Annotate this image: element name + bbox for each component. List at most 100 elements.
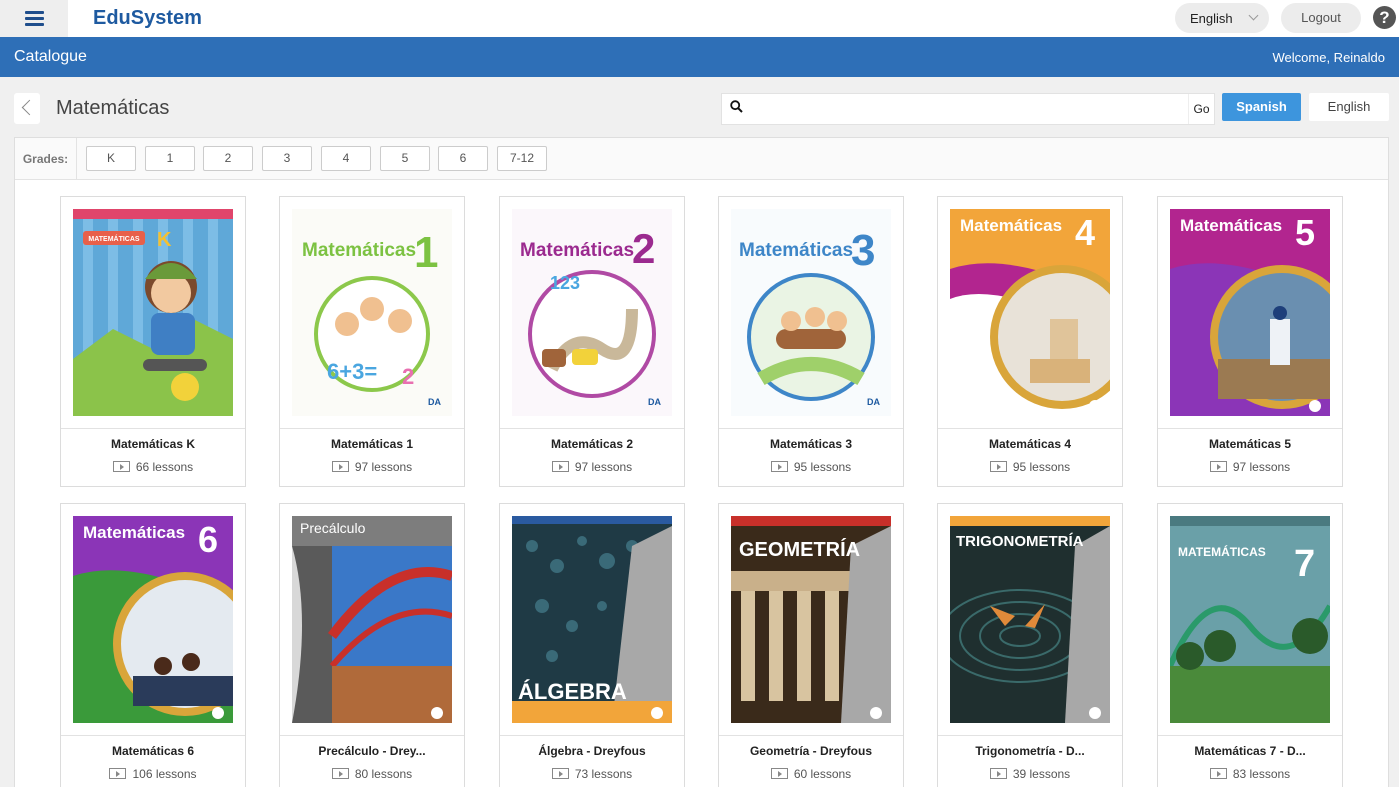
spanish-filter-button[interactable]: Spanish xyxy=(1222,93,1301,121)
back-button[interactable] xyxy=(14,93,40,124)
lesson-count-text: 106 lessons xyxy=(132,767,197,781)
lessons-icon xyxy=(1209,768,1227,779)
course-title: Matemáticas 4 xyxy=(988,437,1072,451)
grade-chip-k[interactable]: K xyxy=(86,146,136,171)
grade-chip-3[interactable]: 3 xyxy=(262,146,312,171)
course-title: Trigonometría - D... xyxy=(975,744,1085,758)
course-cover: Matemáticas 4 xyxy=(950,209,1110,416)
course-card[interactable]: Matemáticas 4 Matemáticas 4 95 lessons xyxy=(937,196,1123,487)
lessons-icon xyxy=(1209,461,1227,472)
top-bar: EduSystem English Logout ? xyxy=(0,0,1399,37)
svg-text:Matemáticas: Matemáticas xyxy=(520,240,634,261)
svg-text:5: 5 xyxy=(1295,212,1315,253)
svg-text:TRIGONOMETRÍA: TRIGONOMETRÍA xyxy=(956,533,1084,550)
course-card[interactable]: GEOMETRÍA Geometría - Dreyfous 60 lesson… xyxy=(718,503,904,787)
breadcrumb-catalogue[interactable]: Catalogue xyxy=(14,48,87,66)
course-title: Matemáticas 7 - D... xyxy=(1194,744,1306,758)
svg-text:Matemáticas: Matemáticas xyxy=(1180,216,1282,235)
svg-text:DA: DA xyxy=(867,397,880,407)
language-select[interactable]: English xyxy=(1175,3,1269,33)
course-cover: Matemáticas 1 6+3= 2 DA xyxy=(292,209,452,416)
course-cover: Matemáticas 5 xyxy=(1170,209,1330,416)
svg-text:Matemáticas: Matemáticas xyxy=(302,240,416,261)
course-lesson-count: 83 lessons xyxy=(1158,767,1342,781)
english-filter-button[interactable]: English xyxy=(1309,93,1389,121)
logout-button[interactable]: Logout xyxy=(1281,3,1361,33)
lessons-icon xyxy=(109,768,127,779)
course-lesson-count: 73 lessons xyxy=(500,767,684,781)
svg-text:DA: DA xyxy=(428,397,441,407)
lessons-icon xyxy=(112,461,130,472)
lessons-icon xyxy=(331,768,349,779)
svg-text:123: 123 xyxy=(550,273,580,293)
course-lesson-count: 80 lessons xyxy=(280,767,464,781)
course-cover: GEOMETRÍA xyxy=(731,516,891,723)
grade-chip-2[interactable]: 2 xyxy=(203,146,253,171)
course-lesson-count: 66 lessons xyxy=(61,460,245,474)
lesson-count-text: 39 lessons xyxy=(1012,767,1071,781)
course-card[interactable]: Matemáticas 5 Matemáticas 5 97 lessons xyxy=(1157,196,1343,487)
course-card[interactable]: Matemáticas 3 DA Matemáticas 3 95 lesson… xyxy=(718,196,904,487)
svg-text:MATEMÁTICAS: MATEMÁTICAS xyxy=(1178,544,1266,559)
lessons-icon xyxy=(770,768,788,779)
course-card[interactable]: MATEMÁTICAS K Matemáticas K 66 lessons xyxy=(60,196,246,487)
lesson-count-text: 60 lessons xyxy=(793,767,852,781)
lessons-icon xyxy=(551,768,569,779)
lesson-count-text: 97 lessons xyxy=(1232,460,1291,474)
svg-text:2: 2 xyxy=(402,364,414,389)
svg-text:6+3=: 6+3= xyxy=(327,359,377,384)
course-cover: Precálculo xyxy=(292,516,452,723)
course-lesson-count: 97 lessons xyxy=(1158,460,1342,474)
search-input[interactable] xyxy=(750,96,1190,122)
lesson-count-text: 73 lessons xyxy=(574,767,633,781)
svg-text:2: 2 xyxy=(632,225,655,272)
svg-text:Matemáticas: Matemáticas xyxy=(960,216,1062,235)
hamburger-menu-button[interactable] xyxy=(0,0,68,37)
svg-text:6: 6 xyxy=(198,519,218,560)
lesson-count-text: 66 lessons xyxy=(135,460,194,474)
grades-label: Grades: xyxy=(15,138,77,180)
svg-text:GEOMETRÍA: GEOMETRÍA xyxy=(739,538,860,561)
grade-chip-6[interactable]: 6 xyxy=(438,146,488,171)
svg-text:3: 3 xyxy=(851,226,875,275)
course-lesson-count: 106 lessons xyxy=(61,767,245,781)
catalogue-panel: Grades: K 1 2 3 4 5 6 7-12 MATEMÁTICAS K xyxy=(14,137,1389,787)
lesson-count-text: 95 lessons xyxy=(793,460,852,474)
course-cover: MATEMÁTICAS 7 xyxy=(1170,516,1330,723)
lessons-icon xyxy=(551,461,569,472)
search-icon xyxy=(730,100,743,113)
grade-chip-5[interactable]: 5 xyxy=(380,146,430,171)
grade-chip-4[interactable]: 4 xyxy=(321,146,371,171)
course-title: Matemáticas 3 xyxy=(769,437,853,451)
course-lesson-count: 39 lessons xyxy=(938,767,1122,781)
lessons-icon xyxy=(770,461,788,472)
course-card[interactable]: Precálculo Precálculo - Drey... 80 lesso… xyxy=(279,503,465,787)
course-card[interactable]: Matemáticas 2 123 DA Matemáticas 2 97 le… xyxy=(499,196,685,487)
search-go-button[interactable]: Go xyxy=(1188,94,1214,124)
help-icon[interactable]: ? xyxy=(1373,6,1396,29)
course-cover: Matemáticas 3 DA xyxy=(731,209,891,416)
search-box: Go xyxy=(721,93,1215,125)
brand-logo[interactable]: EduSystem xyxy=(93,7,202,30)
course-title: Matemáticas 6 xyxy=(111,744,195,758)
grades-filter-row: Grades: K 1 2 3 4 5 6 7-12 xyxy=(15,138,1388,180)
svg-text:4: 4 xyxy=(1075,212,1095,253)
grade-chip-7-12[interactable]: 7-12 xyxy=(497,146,547,171)
svg-text:K: K xyxy=(157,229,172,251)
lesson-count-text: 95 lessons xyxy=(1012,460,1071,474)
course-card[interactable]: Matemáticas 6 Matemáticas 6 106 lessons xyxy=(60,503,246,787)
welcome-text: Welcome, Reinaldo xyxy=(1272,50,1385,65)
course-title: Matemáticas 2 xyxy=(550,437,634,451)
lesson-count-text: 80 lessons xyxy=(354,767,413,781)
chevron-down-icon xyxy=(1248,10,1259,21)
svg-text:Matemáticas: Matemáticas xyxy=(83,523,185,542)
lessons-icon xyxy=(989,768,1007,779)
course-card[interactable]: MATEMÁTICAS 7 Matemáticas 7 - D... 83 le… xyxy=(1157,503,1343,787)
course-card[interactable]: Matemáticas 1 6+3= 2 DA Matemáticas 1 97… xyxy=(279,196,465,487)
course-title: Geometría - Dreyfous xyxy=(749,744,873,758)
grade-chip-1[interactable]: 1 xyxy=(145,146,195,171)
course-card[interactable]: TRIGONOMETRÍA Trigonometría - D... 39 le… xyxy=(937,503,1123,787)
course-card[interactable]: ÁLGEBRA Álgebra - Dreyfous 73 lessons xyxy=(499,503,685,787)
course-cover: ÁLGEBRA xyxy=(512,516,672,723)
hamburger-icon xyxy=(24,11,44,26)
